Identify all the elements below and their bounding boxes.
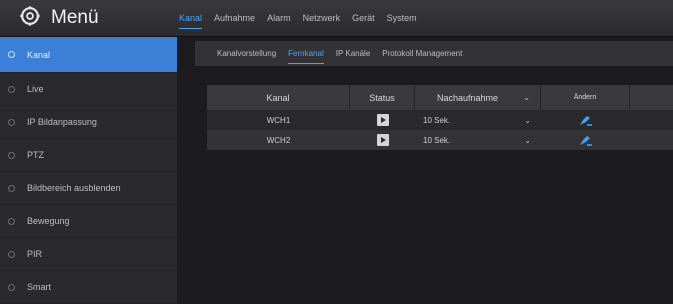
sidebar-item-kanal[interactable]: Kanal [0, 37, 177, 73]
radio-dot-icon [8, 118, 15, 126]
sidebar-item-bildbereich[interactable]: Bildbereich ausblenden [0, 172, 177, 205]
play-icon[interactable] [376, 114, 389, 126]
tab-system[interactable]: System [387, 0, 417, 37]
tab-geraet[interactable]: Gerät [352, 0, 375, 37]
gear-icon [19, 5, 41, 32]
radio-dot-icon [8, 51, 15, 58]
radio-dot-icon [8, 85, 15, 93]
tab-kanal[interactable]: Kanal [179, 0, 203, 37]
sidebar-item-label: PTZ [27, 150, 44, 160]
edit-icon[interactable] [541, 114, 630, 126]
radio-dot-icon [8, 184, 15, 192]
tab-aufnahme[interactable]: Aufnahme [214, 0, 255, 37]
table-header: Kanal Status Nachaufnahme ⌄ Ändern [207, 85, 673, 110]
chevron-down-icon: ⌄ [524, 115, 531, 125]
edit-icon[interactable] [541, 134, 630, 146]
header-kanal: Kanal [207, 85, 350, 110]
sidebar-item-label: Live [27, 84, 44, 94]
table-row: WCH2 10 Sek. ⌄ [207, 130, 673, 150]
subtab-fernkanal[interactable]: Fernkanal [288, 41, 324, 66]
sidebar-item-ptz[interactable]: PTZ [0, 139, 177, 172]
subtab-ip-kanaele[interactable]: IP Kanäle [336, 41, 371, 66]
radio-dot-icon [8, 250, 15, 258]
subtab-kanalvorstellung[interactable]: Kanalvorstellung [217, 41, 276, 66]
sidebar-item-ip-bildanpassung[interactable]: IP Bildanpassung [0, 106, 177, 139]
nachaufnahme-select[interactable]: 10 Sek. ⌄ [415, 136, 541, 145]
tab-alarm[interactable]: Alarm [267, 0, 291, 37]
main-nav: Kanal Aufnahme Alarm Netzwerk Gerät Syst… [179, 0, 429, 37]
header-status: Status [350, 85, 415, 110]
sidebar-item-label: Kanal [27, 49, 51, 60]
sidebar-item-label: PIR [27, 249, 43, 259]
header-edit: Ändern [541, 85, 630, 110]
play-icon[interactable] [376, 134, 389, 146]
sidebar-item-live[interactable]: Live [0, 73, 177, 106]
tab-netzwerk[interactable]: Netzwerk [303, 0, 341, 37]
radio-dot-icon [8, 151, 15, 159]
sidebar-item-label: Bildbereich ausblenden [27, 183, 121, 193]
sidebar: Kanal Live IP Bildanpassung PTZ Bildbere… [0, 37, 177, 304]
sidebar-item-pir[interactable]: PIR [0, 238, 177, 271]
nachaufnahme-select[interactable]: 10 Sek. ⌄ [415, 116, 541, 125]
sidebar-item-bewegung[interactable]: Bewegung [0, 205, 177, 238]
chevron-down-icon: ⌄ [524, 135, 531, 145]
sidebar-item-label: Smart [27, 282, 52, 292]
sidebar-item-smart[interactable]: Smart [0, 271, 177, 304]
sub-tab-bar: Kanalvorstellung Fernkanal IP Kanäle Pro… [195, 41, 673, 66]
cell-kanal: WCH2 [266, 135, 291, 145]
cell-kanal: WCH1 [266, 115, 291, 125]
sidebar-item-label: IP Bildanpassung [27, 117, 97, 127]
radio-dot-icon [8, 283, 15, 291]
subtab-protokoll-management[interactable]: Protokoll Management [382, 41, 462, 66]
menu-title: Menü [51, 7, 99, 28]
menu-logo: Menü [19, 5, 179, 32]
table-row: WCH1 10 Sek. ⌄ [207, 110, 673, 130]
channel-table: Kanal Status Nachaufnahme ⌄ Ändern WCH1 … [207, 85, 673, 150]
radio-dot-icon [8, 217, 15, 225]
top-bar: Menü Kanal Aufnahme Alarm Netzwerk Gerät… [0, 0, 673, 37]
header-nachaufnahme[interactable]: Nachaufnahme ⌄ [415, 85, 541, 110]
sidebar-item-label: Bewegung [27, 216, 70, 226]
chevron-down-icon[interactable]: ⌄ [523, 93, 530, 102]
